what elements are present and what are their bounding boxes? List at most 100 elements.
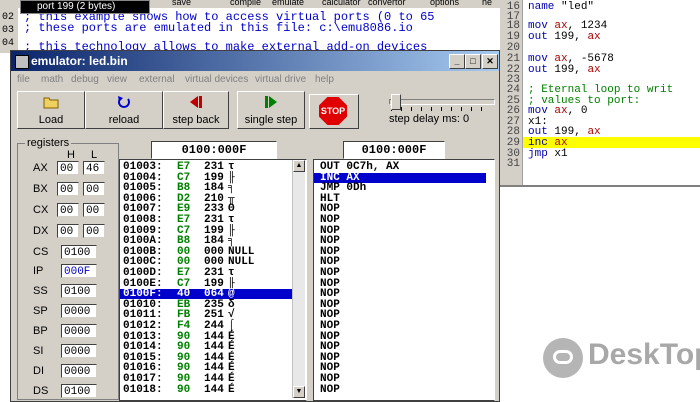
instruction-row[interactable]: NOP bbox=[320, 331, 486, 342]
instruction-row[interactable]: NOP bbox=[320, 236, 486, 247]
maximize-icon[interactable]: □ bbox=[465, 54, 481, 69]
scroll-up-icon[interactable]: ▲ bbox=[293, 160, 305, 172]
instruction-row[interactable]: NOP bbox=[320, 299, 486, 310]
instruction-row[interactable]: HLT bbox=[320, 193, 486, 204]
menu-virtual-devices[interactable]: virtual devices bbox=[185, 74, 248, 85]
toolbar-emulate[interactable]: emulate bbox=[272, 0, 304, 7]
toolbar-compile[interactable]: compile bbox=[230, 0, 261, 7]
register-ds-value[interactable]: 0100 bbox=[61, 384, 97, 398]
register-cs-value[interactable]: 0100 bbox=[61, 245, 97, 259]
instruction-row[interactable]: ... bbox=[320, 395, 486, 400]
memory-row[interactable]: 0100A: B8 184 ╕ bbox=[120, 235, 292, 248]
step-delay-slider-thumb[interactable] bbox=[391, 94, 401, 110]
register-bx-low[interactable]: 00 bbox=[83, 182, 105, 196]
memory-row[interactable]: 01013: 90 144 É bbox=[120, 331, 292, 342]
instruction-row[interactable]: NOP bbox=[320, 310, 486, 321]
memory-row[interactable]: 01005: B8 184 ╕ bbox=[120, 183, 292, 194]
toolbar-help[interactable]: he bbox=[482, 0, 492, 7]
instruction-row[interactable]: NOP bbox=[320, 225, 486, 236]
register-sp-value[interactable]: 0000 bbox=[61, 304, 97, 318]
minimize-icon[interactable]: _ bbox=[449, 54, 465, 69]
reload-button[interactable]: reload bbox=[85, 91, 163, 129]
instruction-row-selected[interactable]: INC AX bbox=[314, 172, 486, 183]
instruction-row[interactable]: NOP bbox=[320, 363, 486, 374]
menu-help[interactable]: help bbox=[315, 74, 334, 85]
instruction-row[interactable]: NOP bbox=[320, 289, 486, 300]
register-cx-low[interactable]: 00 bbox=[83, 203, 105, 217]
register-dx-high[interactable]: 00 bbox=[57, 224, 79, 238]
register-di-value[interactable]: 0000 bbox=[61, 364, 97, 378]
stop-button[interactable]: STOP bbox=[309, 94, 359, 129]
instruction-row[interactable]: NOP bbox=[320, 342, 486, 353]
memory-row[interactable]: 0100B: 00 000 NULL bbox=[120, 246, 292, 257]
line-number: 31 bbox=[506, 158, 520, 170]
instruction-row[interactable]: NOP bbox=[320, 321, 486, 332]
instruction-row[interactable]: JMP 0Dh bbox=[320, 183, 486, 194]
memory-row[interactable]: 01016: 90 144 É bbox=[120, 363, 292, 374]
close-icon[interactable]: ✕ bbox=[482, 54, 498, 69]
memory-row[interactable]: 01007: E9 233 Θ bbox=[120, 204, 292, 215]
register-ax-high[interactable]: 00 bbox=[57, 161, 79, 175]
instruction-row[interactable]: OUT 0C7h, AX bbox=[320, 162, 486, 173]
memory-row[interactable]: 0100E: C7 199 ╟ bbox=[120, 278, 292, 289]
menu-math[interactable]: math bbox=[41, 74, 63, 85]
toolbar-convertor[interactable]: convertor bbox=[368, 0, 406, 7]
memory-hex: E7 bbox=[177, 267, 191, 279]
memory-row[interactable]: 01012: F4 244 ⌠ bbox=[120, 321, 292, 332]
memory-address-field[interactable]: 0100:000F bbox=[151, 141, 277, 159]
memory-hex: B8 bbox=[177, 235, 191, 248]
memory-row[interactable]: 01017: 90 144 É bbox=[120, 373, 292, 385]
menu-file[interactable]: file bbox=[17, 74, 30, 85]
step-back-button[interactable]: step back bbox=[163, 91, 229, 129]
memory-row[interactable]: 01011: FB 251 √ bbox=[120, 310, 292, 321]
instruction-row[interactable]: NOP bbox=[320, 215, 486, 226]
load-button[interactable]: Load bbox=[17, 91, 85, 129]
step-delay-slider-track[interactable] bbox=[389, 99, 495, 105]
menu-external[interactable]: external bbox=[139, 74, 175, 85]
memory-list[interactable]: 01003: E7 231 τ 01004: C7 199 ╟ 01005: B8 184 ╕ 0100… bbox=[119, 159, 307, 401]
memory-addr: 0100D: bbox=[123, 267, 163, 279]
disassembly-list[interactable]: OUT 0C7h, AX INC AX JMP 0Dh HLT NOP NOP NOP NOP… bbox=[313, 159, 495, 401]
scroll-down-icon[interactable]: ▼ bbox=[293, 386, 305, 398]
memory-row[interactable]: 01008: E7 231 τ bbox=[120, 215, 292, 226]
menu-virtual-drive[interactable]: virtual drive bbox=[255, 74, 306, 85]
menu-view[interactable]: view bbox=[107, 74, 127, 85]
register-cx-high[interactable]: 00 bbox=[57, 203, 79, 217]
register-bx-high[interactable]: 00 bbox=[57, 182, 79, 196]
register-si-value[interactable]: 0000 bbox=[61, 344, 97, 358]
instruction-row[interactable]: NOP bbox=[320, 246, 486, 257]
toolbar-calculator[interactable]: calculator bbox=[322, 0, 361, 7]
memory-scrollbar[interactable]: ▲ ▼ bbox=[292, 160, 305, 398]
toolbar-save[interactable]: save bbox=[172, 0, 191, 7]
memory-row[interactable]: 0100C: 00 000 NULL bbox=[120, 257, 292, 268]
memory-row[interactable]: 01009: C7 199 ╟ bbox=[120, 225, 292, 236]
memory-row[interactable]: 0100D: E7 231 τ bbox=[120, 267, 292, 279]
step-delay-label: step delay ms: 0 bbox=[389, 113, 470, 125]
memory-row[interactable]: 01006: D2 210 ╥ bbox=[120, 193, 292, 204]
instruction-row[interactable]: NOP bbox=[320, 384, 486, 395]
memory-row-selected[interactable]: 0100F: 40 064 @ bbox=[120, 289, 292, 300]
memory-addr: 01017: bbox=[123, 373, 163, 385]
menu-debug[interactable]: debug bbox=[71, 74, 99, 85]
memory-row[interactable]: 01014: 90 144 É bbox=[120, 342, 292, 353]
register-dx-low[interactable]: 00 bbox=[83, 224, 105, 238]
toolbar-options[interactable]: options bbox=[430, 0, 459, 7]
instruction-row[interactable]: NOP bbox=[320, 257, 486, 268]
memory-row[interactable]: 01010: EB 235 δ bbox=[120, 299, 292, 310]
instruction-row[interactable]: NOP bbox=[320, 278, 486, 289]
memory-row[interactable]: 01018: 90 144 É bbox=[120, 384, 292, 395]
register-ss-value[interactable]: 0100 bbox=[61, 284, 97, 298]
memory-row[interactable]: 01004: C7 199 ╟ bbox=[120, 172, 292, 183]
emulator-title-bar[interactable]: emulator: led.bin _ □ ✕ bbox=[11, 51, 499, 71]
memory-row[interactable]: 01003: E7 231 τ bbox=[120, 162, 292, 173]
single-step-button[interactable]: single step bbox=[237, 91, 305, 129]
register-ip-value[interactable]: 000F bbox=[61, 264, 97, 278]
instruction-row[interactable]: NOP bbox=[320, 352, 486, 363]
register-bp-value[interactable]: 0000 bbox=[61, 324, 97, 338]
instruction-row[interactable]: NOP bbox=[320, 374, 486, 385]
instruction-row[interactable]: NOP bbox=[320, 204, 486, 215]
instruction-row[interactable]: NOP bbox=[320, 268, 486, 279]
disassembly-address-field[interactable]: 0100:000F bbox=[343, 141, 445, 159]
memory-row[interactable]: 01015: 90 144 É bbox=[120, 352, 292, 363]
register-ax-low[interactable]: 46 bbox=[83, 161, 105, 175]
